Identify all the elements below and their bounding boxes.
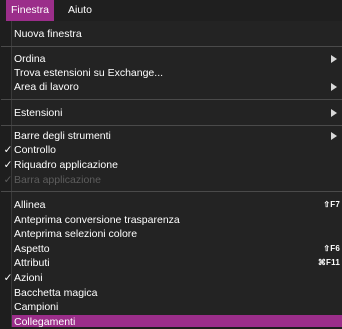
menu-item-barra-applicazione: ✓ Barra applicazione: [4, 173, 342, 187]
menu-item-azioni[interactable]: ✓ Azioni: [4, 271, 342, 285]
menu-item-label: Allinea: [14, 199, 46, 211]
checkmark-icon: ✓: [3, 174, 13, 186]
checkmark-icon: ✓: [3, 159, 13, 171]
menu-item-aspetto[interactable]: Aspetto ⇧F6: [12, 242, 342, 256]
shortcut-label: ⇧F7: [323, 200, 340, 209]
shortcut-label: ⇧F6: [323, 244, 340, 253]
menu-item-label: Area di lavoro: [14, 81, 79, 93]
menu-item-nuova-finestra[interactable]: Nuova finestra: [12, 27, 342, 41]
menu-item-label: Barra applicazione: [14, 174, 101, 186]
chevron-right-icon: [331, 132, 337, 140]
chevron-right-icon: [331, 83, 337, 91]
menu-item-attributi[interactable]: Attributi ⌘F11: [12, 256, 342, 270]
menu-item-trova-estensioni[interactable]: Trova estensioni su Exchange...: [12, 66, 342, 80]
finestra-menu: Nuova finestra Ordina Trova estensioni s…: [1, 21, 342, 328]
shortcut-label: ⌘F11: [317, 258, 340, 267]
menu-item-label: Nuova finestra: [14, 28, 82, 40]
menu-separator: [1, 99, 342, 100]
menu-item-campioni[interactable]: Campioni: [12, 300, 342, 314]
menubar: Finestra Aiuto: [0, 0, 342, 21]
menu-item-label: Anteprima selezioni colore: [14, 228, 138, 240]
menu-separator: [1, 191, 342, 192]
menu-item-label: Bacchetta magica: [14, 287, 98, 299]
menu-item-label: Attributi: [14, 257, 50, 269]
menubar-item-aiuto[interactable]: Aiuto: [63, 0, 97, 21]
menu-item-area-di-lavoro[interactable]: Area di lavoro: [12, 80, 342, 94]
menu-separator: [1, 46, 342, 47]
menu-separator: [1, 125, 342, 126]
menu-item-anteprima-conversione-trasparenza[interactable]: Anteprima conversione trasparenza: [12, 213, 342, 227]
menu-item-label: Anteprima conversione trasparenza: [14, 214, 180, 226]
menubar-item-finestra[interactable]: Finestra: [6, 0, 54, 21]
menu-item-collegamenti[interactable]: Collegamenti: [12, 315, 342, 328]
chevron-right-icon: [331, 55, 337, 63]
menu-item-anteprima-selezioni-colore[interactable]: Anteprima selezioni colore: [12, 227, 342, 241]
menu-item-label: Riquadro applicazione: [14, 159, 118, 171]
menu-item-label: Ordina: [14, 53, 46, 65]
menu-item-label: Controllo: [14, 144, 57, 156]
checkmark-icon: ✓: [3, 272, 13, 284]
menu-item-allinea[interactable]: Allinea ⇧F7: [12, 198, 342, 212]
menu-item-label: Azioni: [14, 272, 43, 284]
chevron-right-icon: [331, 109, 337, 117]
menu-item-riquadro-applicazione[interactable]: ✓ Riquadro applicazione: [4, 158, 342, 172]
menu-item-label: Campioni: [14, 301, 59, 313]
menu-item-label: Aspetto: [14, 243, 50, 255]
menu-item-controllo[interactable]: ✓ Controllo: [4, 143, 342, 157]
menu-item-label: Barre degli strumenti: [14, 130, 111, 142]
menu-item-bacchetta-magica[interactable]: Bacchetta magica: [12, 286, 342, 300]
menu-item-label: Estensioni: [14, 107, 63, 119]
checkmark-icon: ✓: [3, 144, 13, 156]
menu-item-label: Trova estensioni su Exchange...: [14, 67, 164, 79]
menu-item-barre-degli-strumenti[interactable]: Barre degli strumenti: [12, 129, 342, 143]
menu-item-estensioni[interactable]: Estensioni: [12, 106, 342, 120]
menu-item-ordina[interactable]: Ordina: [12, 52, 342, 66]
